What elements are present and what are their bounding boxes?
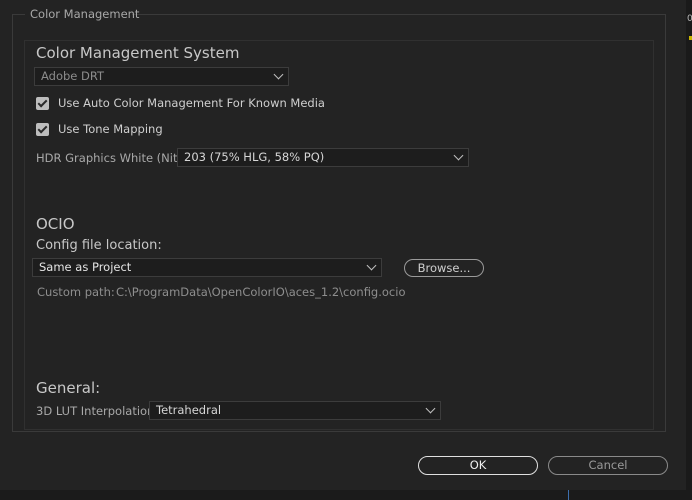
hdr-white-label: HDR Graphics White (Nits): (36, 151, 192, 165)
chevron-down-icon (453, 150, 464, 161)
chevron-down-icon (273, 69, 284, 80)
bottom-strip (0, 490, 692, 500)
group-border-left (12, 14, 25, 15)
auto-color-checkbox[interactable] (36, 97, 49, 110)
chevron-down-icon (366, 260, 377, 271)
lut-interpolation-dropdown[interactable]: Tetrahedral (149, 401, 441, 420)
chevron-down-icon (425, 403, 436, 414)
general-heading: General: (36, 379, 101, 397)
ok-button[interactable]: OK (418, 456, 538, 475)
ocio-heading: OCIO (36, 215, 75, 233)
bottom-tick (568, 490, 569, 500)
cms-system-dropdown[interactable]: Adobe DRT (34, 67, 289, 86)
browse-button[interactable]: Browse... (404, 259, 484, 277)
cancel-button[interactable]: Cancel (548, 456, 668, 475)
adjacent-panel-edge (686, 0, 692, 500)
tone-mapping-checkbox[interactable] (36, 123, 49, 136)
config-location-dropdown[interactable]: Same as Project (32, 258, 382, 277)
group-border-right (132, 14, 666, 15)
config-location-label: Config file location: (36, 238, 162, 253)
auto-color-label: Use Auto Color Management For Known Medi… (58, 96, 325, 110)
adjacent-panel-glyph: 0 (687, 14, 692, 24)
config-location-value: Same as Project (39, 260, 132, 274)
custom-path-label: Custom path: (37, 285, 115, 299)
cms-system-value: Adobe DRT (41, 69, 105, 83)
group-title: Color Management (30, 7, 140, 21)
tone-mapping-label: Use Tone Mapping (58, 122, 163, 136)
cms-heading: Color Management System (36, 44, 240, 62)
hdr-white-dropdown[interactable]: 203 (75% HLG, 58% PQ) (177, 148, 469, 167)
lut-interpolation-value: Tetrahedral (156, 403, 222, 417)
lut-interpolation-label: 3D LUT Interpolation: (36, 404, 159, 418)
hdr-white-value: 203 (75% HLG, 58% PQ) (184, 150, 325, 164)
custom-path-value: C:\ProgramData\OpenColorIO\aces_1.2\conf… (116, 285, 406, 299)
